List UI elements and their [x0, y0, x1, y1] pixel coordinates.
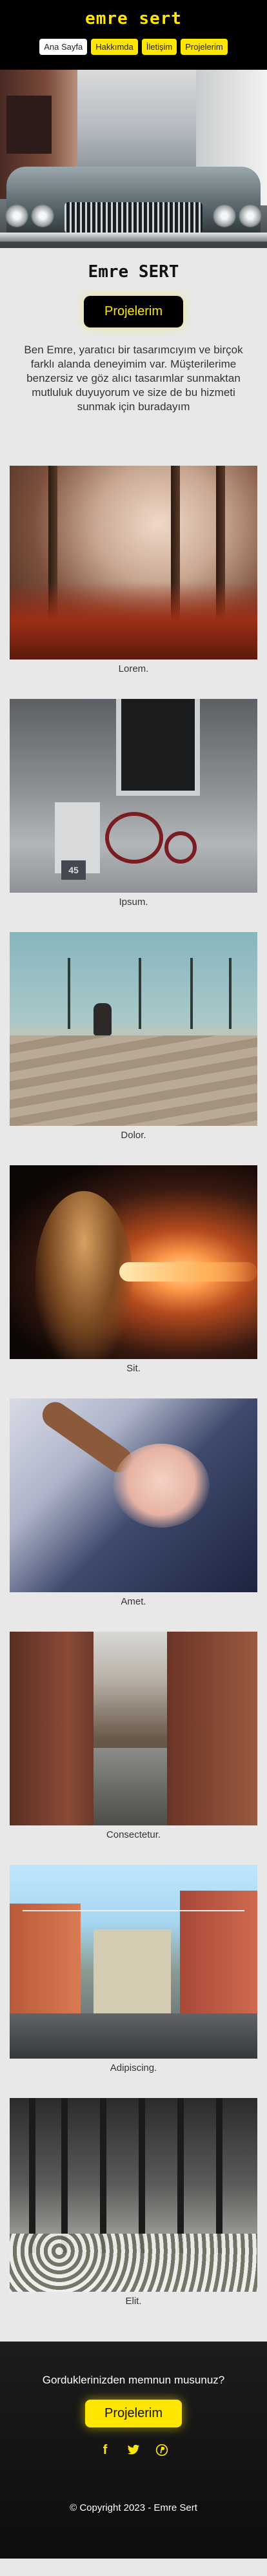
hero-car-headlight	[213, 204, 236, 227]
photo-laundry-line	[23, 1910, 244, 1911]
hero-car-headlight	[5, 204, 28, 227]
about-text: Ben Emre, yaratıcı bir tasarımcıyım ve b…	[24, 344, 243, 413]
nav-link-home[interactable]: Ana Sayfa	[39, 39, 88, 55]
gallery-card[interactable]: 45 Ipsum.	[10, 699, 257, 908]
gallery-photo-baby[interactable]	[10, 1398, 257, 1592]
gallery-photo-tricycle[interactable]: 45	[10, 699, 257, 893]
photo-flame	[119, 1262, 257, 1282]
gallery-card[interactable]: Amet.	[10, 1398, 257, 1607]
pinterest-icon[interactable]	[155, 2443, 169, 2457]
gallery-card[interactable]: Sit.	[10, 1165, 257, 1374]
twitter-icon[interactable]	[126, 2443, 141, 2457]
hero-car-bumper	[0, 233, 267, 242]
photo-tree	[100, 2098, 106, 2253]
gallery-photo-fire[interactable]	[10, 1165, 257, 1359]
photo-baby	[113, 1444, 210, 1528]
gallery-photo-skatepark[interactable]	[10, 932, 257, 1126]
gallery-card[interactable]: Lorem.	[10, 466, 257, 674]
photo-wall-right	[167, 1632, 257, 1825]
gallery-card[interactable]: Elit.	[10, 2098, 257, 2307]
about-section: Emre SERT Projelerim Ben Emre, yaratıcı …	[0, 248, 267, 440]
gallery-caption: Amet.	[121, 1596, 146, 1607]
copyright-text: © Copyright 2023 - Emre Sert	[70, 2502, 197, 2513]
photo-person	[35, 1191, 132, 1359]
hero-car-headlight	[31, 204, 54, 227]
gallery-caption: Adipiscing.	[110, 2062, 157, 2073]
photo-tree	[177, 2098, 184, 2253]
photo-building	[10, 1904, 81, 2020]
project-gallery: Lorem. 45 Ipsum. Dolor. Sit. Amet. Conse…	[0, 466, 267, 2331]
nav-link-contact[interactable]: İletişim	[141, 39, 177, 55]
gallery-photo-alley[interactable]	[10, 1632, 257, 1825]
photo-palm	[139, 958, 141, 1029]
photo-leaves	[10, 582, 257, 660]
projects-button[interactable]: Projelerim	[83, 296, 184, 327]
social-links: f	[98, 2443, 169, 2457]
nav-link-projects[interactable]: Projelerim	[181, 39, 228, 55]
facebook-icon[interactable]: f	[98, 2443, 112, 2457]
gallery-caption: Sit.	[126, 1363, 141, 1374]
gallery-card[interactable]: Consectetur.	[10, 1632, 257, 1840]
gallery-photo-forest-path[interactable]	[10, 466, 257, 660]
gallery-caption: Lorem.	[118, 663, 149, 674]
gallery-caption: Ipsum.	[119, 897, 148, 908]
page-title: Emre SERT	[88, 262, 179, 282]
photo-alley-road	[94, 1748, 167, 1825]
photo-tricycle-wheel	[105, 812, 163, 864]
photo-tree	[216, 2098, 222, 2253]
photo-street-road	[10, 2013, 257, 2059]
photo-tree	[61, 2098, 68, 2253]
photo-door	[116, 699, 200, 796]
main-nav: Ana Sayfa Hakkımda İletişim Projelerim	[39, 39, 228, 55]
photo-wall-left	[10, 1632, 94, 1825]
footer-projects-button[interactable]: Projelerim	[84, 2400, 183, 2427]
hero-image	[0, 70, 267, 248]
photo-palm	[68, 958, 70, 1029]
footer-question: Gorduklerinizden memnun musunuz?	[42, 2374, 225, 2386]
gallery-caption: Dolor.	[121, 1130, 146, 1141]
gallery-card[interactable]: Adipiscing.	[10, 1865, 257, 2073]
hero-car-headlight	[239, 204, 262, 227]
brand-logo[interactable]: emre sert	[85, 9, 182, 28]
photo-building	[94, 1929, 171, 2013]
gallery-photo-street[interactable]	[10, 1865, 257, 2059]
photo-tree	[139, 2098, 145, 2253]
gallery-caption: Elit.	[125, 2296, 142, 2307]
photo-palm	[229, 958, 232, 1029]
photo-snow	[10, 2234, 257, 2292]
photo-tree	[29, 2098, 35, 2253]
nav-link-about[interactable]: Hakkımda	[91, 39, 138, 55]
site-header: emre sert Ana Sayfa Hakkımda İletişim Pr…	[0, 0, 267, 70]
hero-car-grille	[64, 202, 203, 233]
site-footer: Gorduklerinizden memnun musunuz? Projele…	[0, 2342, 267, 2559]
photo-number-sign: 45	[61, 860, 86, 880]
gallery-caption: Consectetur.	[106, 1829, 161, 1840]
gallery-card[interactable]: Dolor.	[10, 932, 257, 1141]
photo-steps	[10, 1035, 257, 1126]
photo-skater	[94, 1003, 112, 1035]
photo-tricycle-wheel	[164, 831, 197, 864]
gallery-photo-snowy-forest[interactable]	[10, 2098, 257, 2292]
photo-palm	[190, 958, 193, 1029]
